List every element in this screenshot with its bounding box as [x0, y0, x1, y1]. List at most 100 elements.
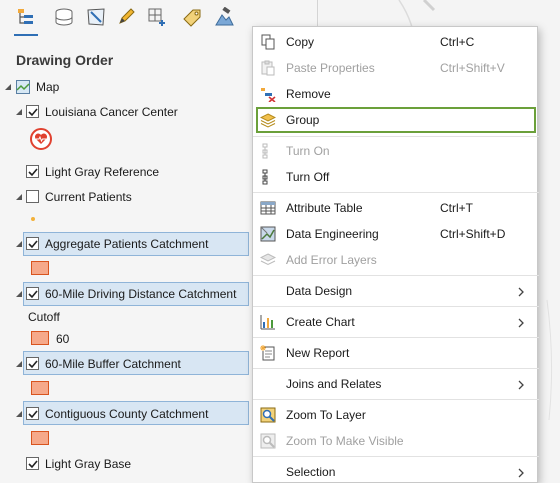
- menu-separator: [253, 306, 539, 307]
- menu-add-error-layers-label: Add Error Layers: [286, 253, 377, 267]
- menu-create-chart[interactable]: Create Chart: [253, 309, 539, 335]
- menu-separator: [253, 368, 539, 369]
- menu-new-report-label: New Report: [286, 346, 350, 360]
- menu-separator: [253, 136, 539, 137]
- patient-point-symbol: [31, 217, 35, 221]
- collapse-buffer-icon[interactable]: [14, 359, 24, 369]
- menu-data-design[interactable]: Data Design: [253, 278, 539, 304]
- menu-selection-label: Selection: [286, 465, 336, 479]
- menu-attribute-table-label: Attribute Table: [286, 201, 363, 215]
- list-by-source-icon[interactable]: [52, 4, 76, 30]
- menu-zoom-to-layer-label: Zoom To Layer: [286, 408, 366, 422]
- menu-joins-and-relates[interactable]: Joins and Relates: [253, 371, 539, 397]
- list-by-drawing-order-icon[interactable]: [14, 4, 38, 30]
- new-report-icon: [260, 345, 276, 361]
- layer-light-gray-reference-label[interactable]: Light Gray Reference: [45, 165, 159, 179]
- layer-map-label[interactable]: Map: [36, 80, 59, 94]
- menu-joins-label: Joins and Relates: [286, 377, 382, 391]
- menu-copy[interactable]: Copy Ctrl+C: [253, 29, 539, 55]
- menu-zoom-to-layer[interactable]: Zoom To Layer: [253, 402, 539, 428]
- collapse-louisiana-icon[interactable]: [14, 107, 24, 117]
- layer-contiguous-label[interactable]: Contiguous County Catchment: [45, 407, 208, 421]
- submenu-arrow-icon: [517, 379, 525, 390]
- contiguous-checkbox[interactable]: [26, 407, 39, 420]
- aggregate-checkbox[interactable]: [26, 237, 39, 250]
- menu-attribute-table[interactable]: Attribute Table Ctrl+T: [253, 195, 539, 221]
- buffer-checkbox[interactable]: [26, 357, 39, 370]
- menu-data-design-label: Data Design: [286, 284, 353, 298]
- paste-properties-icon: [260, 60, 276, 76]
- menu-paste-properties-shortcut: Ctrl+Shift+V: [440, 61, 505, 75]
- menu-separator: [253, 456, 539, 457]
- layer-aggregate-label[interactable]: Aggregate Patients Catchment: [45, 237, 208, 251]
- menu-attribute-table-shortcut: Ctrl+T: [440, 201, 473, 215]
- collapse-driving-icon[interactable]: [14, 289, 24, 299]
- list-by-labeling-icon[interactable]: [180, 4, 204, 30]
- context-menu: Copy Ctrl+C Paste Properties Ctrl+Shift+…: [252, 26, 539, 483]
- list-by-editing-icon[interactable]: [114, 4, 138, 30]
- group-layers-icon: [259, 112, 277, 128]
- collapse-current-patients-icon[interactable]: [14, 192, 24, 202]
- light-gray-reference-checkbox[interactable]: [26, 165, 39, 178]
- layer-driving-label[interactable]: 60-Mile Driving Distance Catchment: [45, 287, 236, 301]
- collapse-aggregate-icon[interactable]: [14, 239, 24, 249]
- driving-checkbox[interactable]: [26, 287, 39, 300]
- menu-turn-on-label: Turn On: [286, 144, 330, 158]
- menu-paste-properties-label: Paste Properties: [286, 61, 375, 75]
- menu-remove-label: Remove: [286, 87, 331, 101]
- aggregate-symbol: [31, 261, 49, 275]
- buffer-symbol: [31, 381, 49, 395]
- menu-data-engineering-shortcut: Ctrl+Shift+D: [440, 227, 506, 241]
- menu-turn-on[interactable]: Turn On: [253, 138, 539, 164]
- map-icon: [16, 80, 30, 94]
- turn-off-icon: [260, 169, 276, 185]
- list-by-snapping-icon[interactable]: [146, 4, 170, 30]
- menu-separator: [253, 399, 539, 400]
- copy-icon: [260, 34, 276, 50]
- active-tab-indicator: [14, 34, 38, 36]
- remove-layer-icon: [260, 86, 276, 103]
- list-by-perspective-imagery-icon[interactable]: [212, 4, 236, 30]
- menu-data-engineering-label: Data Engineering: [286, 227, 379, 241]
- menu-separator: [253, 337, 539, 338]
- cutoff-heading: Cutoff: [28, 310, 60, 324]
- collapse-map-icon[interactable]: [3, 82, 13, 92]
- menu-copy-shortcut: Ctrl+C: [440, 35, 475, 49]
- menu-remove[interactable]: Remove: [253, 81, 539, 107]
- layer-louisiana-label[interactable]: Louisiana Cancer Center: [45, 105, 178, 119]
- menu-add-error-layers[interactable]: Add Error Layers: [253, 247, 539, 273]
- cutoff-value: 60: [56, 332, 70, 346]
- submenu-arrow-icon: [517, 286, 525, 297]
- menu-turn-off[interactable]: Turn Off: [253, 164, 539, 190]
- turn-on-icon: [260, 143, 276, 159]
- add-error-layers-icon: [259, 252, 277, 268]
- submenu-arrow-icon: [517, 317, 525, 328]
- create-chart-icon: [260, 314, 276, 330]
- menu-copy-label: Copy: [286, 35, 315, 49]
- menu-separator: [253, 275, 539, 276]
- layer-current-patients-label[interactable]: Current Patients: [45, 190, 132, 204]
- menu-turn-off-label: Turn Off: [286, 170, 330, 184]
- menu-group[interactable]: Group: [256, 107, 536, 133]
- layer-buffer-label[interactable]: 60-Mile Buffer Catchment: [45, 357, 181, 371]
- zoom-to-layer-icon: [260, 407, 276, 423]
- collapse-contiguous-icon[interactable]: [14, 409, 24, 419]
- layer-light-gray-base-label[interactable]: Light Gray Base: [45, 457, 131, 471]
- menu-selection[interactable]: Selection: [253, 459, 539, 483]
- zoom-to-make-visible-icon: [260, 433, 276, 449]
- current-patients-checkbox[interactable]: [26, 190, 39, 203]
- menu-create-chart-label: Create Chart: [286, 315, 355, 329]
- menu-zoom-visible-label: Zoom To Make Visible: [286, 434, 404, 448]
- menu-paste-properties[interactable]: Paste Properties Ctrl+Shift+V: [253, 55, 539, 81]
- menu-separator: [253, 192, 539, 193]
- menu-data-engineering[interactable]: Data Engineering Ctrl+Shift+D: [253, 221, 539, 247]
- light-gray-base-checkbox[interactable]: [26, 457, 39, 470]
- menu-group-label: Group: [286, 113, 320, 127]
- louisiana-checkbox[interactable]: [26, 105, 39, 118]
- data-engineering-icon: [260, 226, 276, 242]
- driving-symbol: [31, 331, 49, 345]
- menu-zoom-to-make-visible[interactable]: Zoom To Make Visible: [253, 428, 539, 454]
- attribute-table-icon: [260, 200, 276, 216]
- list-by-selection-icon[interactable]: [84, 4, 108, 30]
- menu-new-report[interactable]: New Report: [253, 340, 539, 366]
